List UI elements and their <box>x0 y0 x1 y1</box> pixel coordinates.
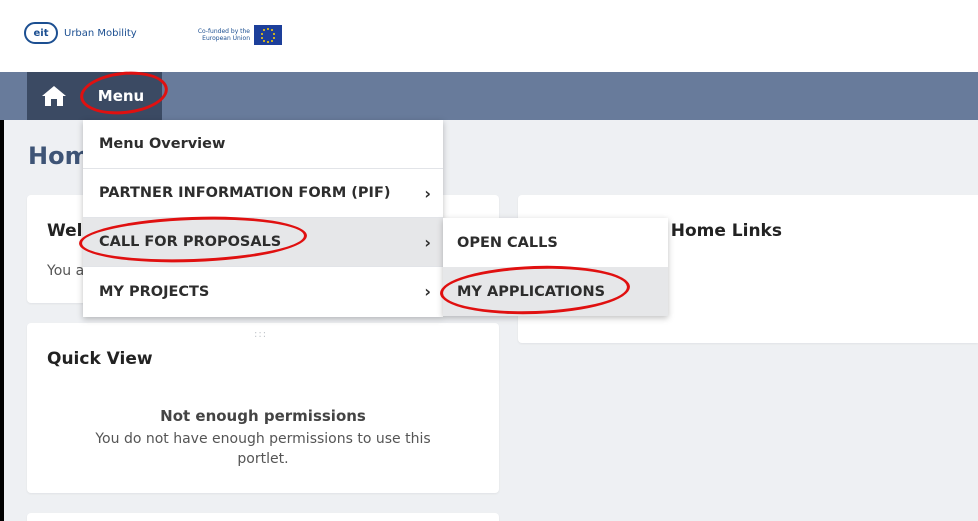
menu-item-overview[interactable]: Menu Overview <box>83 120 443 169</box>
eit-logo[interactable]: eit Urban Mobility <box>24 22 137 44</box>
brand-name: Urban Mobility <box>64 27 137 39</box>
menu-item-pif[interactable]: PARTNER INFORMATION FORM (PIF) › <box>83 169 443 218</box>
chevron-right-icon: › <box>424 282 431 301</box>
chevron-right-icon: › <box>424 183 431 203</box>
home-icon <box>41 86 66 106</box>
chevron-right-icon: › <box>424 232 431 252</box>
eu-label: Co-funded by the European Union <box>197 28 250 42</box>
eu-cofunded-logo: Co-funded by the European Union <box>186 25 282 45</box>
eu-flag-icon <box>254 25 282 45</box>
menu-item-label: PARTNER INFORMATION FORM (PIF) <box>99 185 391 201</box>
submenu-item-label: OPEN CALLS <box>457 234 558 251</box>
menu-item-label: MY PROJECTS <box>99 283 210 300</box>
submenu-item-open-calls[interactable]: OPEN CALLS <box>443 218 668 267</box>
home-button[interactable] <box>27 72 80 120</box>
menu-item-my-projects[interactable]: MY PROJECTS › <box>83 267 443 316</box>
quick-view-title: Quick View <box>47 349 153 369</box>
eit-logo-mark: eit <box>24 22 58 44</box>
quick-view-card: ::: Quick View Not enough permissions Yo… <box>27 323 499 493</box>
drag-handle[interactable]: ::: <box>254 329 267 340</box>
bottom-card <box>27 513 499 521</box>
menu-item-label: Menu Overview <box>99 136 226 152</box>
permissions-title: Not enough permissions <box>160 407 366 425</box>
permissions-message: You do not have enough permissions to us… <box>95 431 431 467</box>
top-header: eit Urban Mobility Co-funded by the Euro… <box>0 0 978 72</box>
